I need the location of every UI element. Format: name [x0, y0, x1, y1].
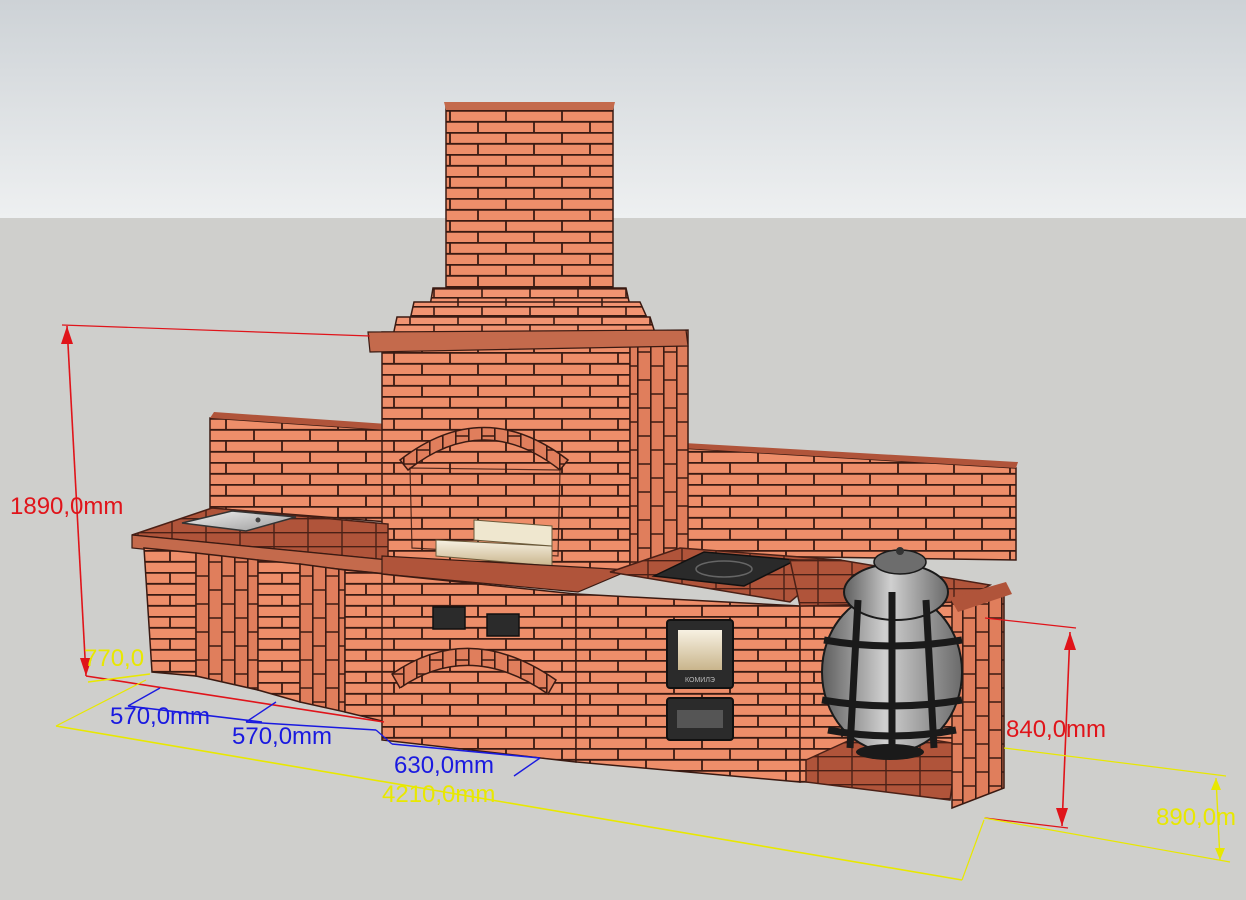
label-height-total: 1890,0mm [10, 493, 123, 520]
bbq-scene: КОМИЛЭ 1890,0mm 770,0 570,0mm 570,0mm 63… [0, 0, 1246, 900]
firebox-side [629, 329, 689, 573]
chimney-top [444, 102, 615, 110]
label-firebox: 630,0mm [394, 752, 494, 779]
left-bay-1 [195, 552, 259, 691]
ash-grille [677, 710, 723, 728]
back-wall-left [209, 417, 389, 523]
left-bay-2 [299, 563, 346, 713]
label-depth: 770,0 [84, 645, 144, 672]
tandoor-knob [896, 547, 904, 555]
label-depth-right: 890,0m [1156, 804, 1236, 831]
left-pillar-3 [344, 569, 387, 723]
stove-window [678, 630, 722, 670]
vent-door-1[interactable] [432, 606, 466, 630]
stove-plate: КОМИЛЭ [685, 677, 715, 684]
sky [0, 0, 1246, 218]
label-height-counter: 840,0mm [1006, 716, 1106, 743]
label-length-total: 4210,0mm [382, 781, 495, 808]
left-pillar-2 [257, 559, 301, 703]
tandoor-base [856, 744, 924, 760]
label-bay-1: 570,0mm [110, 703, 210, 730]
left-pillar-1 [143, 547, 197, 677]
sketchup-viewport[interactable]: КОМИЛЭ 1890,0mm 770,0 570,0mm 570,0mm 63… [0, 0, 1246, 900]
chimney-stack [445, 103, 614, 291]
sink-drain [255, 517, 261, 523]
vent-door-2[interactable] [486, 613, 520, 637]
label-bay-2: 570,0mm [232, 723, 332, 750]
